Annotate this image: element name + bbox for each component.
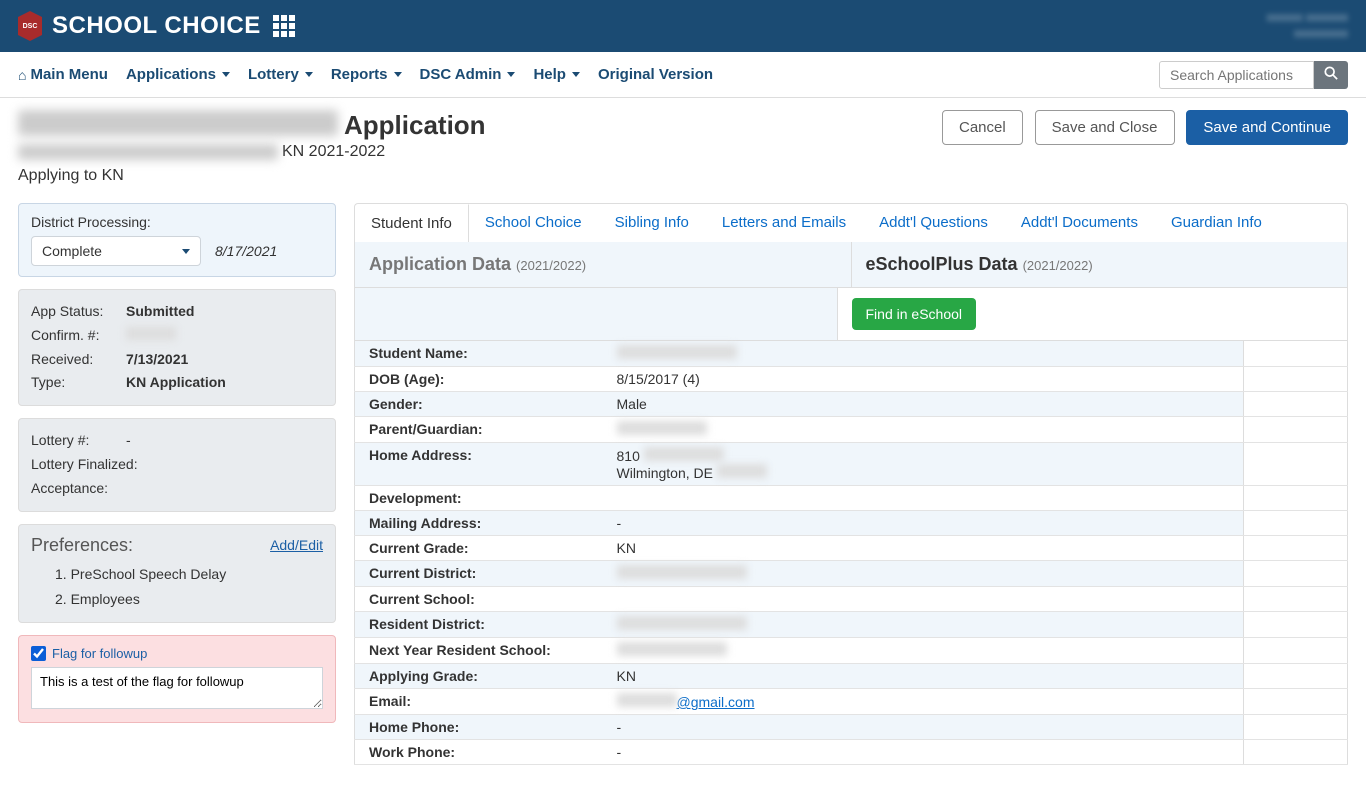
cancel-button[interactable]: Cancel bbox=[942, 110, 1023, 145]
pref-item: 2. Employees bbox=[55, 587, 323, 612]
save-continue-button[interactable]: Save and Continue bbox=[1186, 110, 1348, 145]
logo-icon: DSC bbox=[18, 11, 42, 41]
page-title: redacted Application bbox=[18, 110, 486, 141]
student-data-table: Student Name: DOB (Age):8/15/2017 (4) Ge… bbox=[354, 341, 1348, 765]
dp-date: 8/17/2021 bbox=[215, 243, 277, 259]
save-close-button[interactable]: Save and Close bbox=[1035, 110, 1175, 145]
flag-card: Flag for followup This is a test of the … bbox=[18, 635, 336, 723]
caret-icon bbox=[222, 72, 230, 77]
find-row: Find in eSchool bbox=[354, 288, 1348, 341]
app-status-card: App Status:Submitted Confirm. #: Receive… bbox=[18, 289, 336, 406]
dp-label: District Processing: bbox=[31, 214, 323, 230]
caret-icon bbox=[305, 72, 313, 77]
caret-icon bbox=[572, 72, 580, 77]
nav-dsc-admin[interactable]: DSC Admin bbox=[420, 66, 516, 83]
flag-label: Flag for followup bbox=[52, 646, 147, 661]
tab-addl-questions[interactable]: Addt'l Questions bbox=[863, 204, 1005, 242]
user-info: xxxxxx xxxxxxxxxxxxxxxx bbox=[1267, 10, 1348, 41]
search-input[interactable] bbox=[1159, 61, 1314, 89]
preferences-card: Preferences: Add/Edit 1. PreSchool Speec… bbox=[18, 524, 336, 623]
nav-original[interactable]: Original Version bbox=[598, 66, 713, 83]
nav-bar: ⌂ Main Menu Applications Lottery Reports… bbox=[0, 52, 1366, 98]
tab-sibling-info[interactable]: Sibling Info bbox=[599, 204, 706, 242]
nav-search bbox=[1159, 61, 1348, 89]
brand-title: SCHOOL CHOICE bbox=[52, 12, 261, 40]
tab-student-info[interactable]: Student Info bbox=[355, 204, 469, 242]
nav-main-menu[interactable]: ⌂ Main Menu bbox=[18, 66, 108, 83]
nav-help[interactable]: Help bbox=[533, 66, 580, 83]
home-icon: ⌂ bbox=[18, 67, 26, 83]
pref-item: 1. PreSchool Speech Delay bbox=[55, 562, 323, 587]
apps-grid-icon[interactable] bbox=[273, 15, 295, 37]
tabs: Student Info School Choice Sibling Info … bbox=[354, 203, 1348, 242]
find-eschool-button[interactable]: Find in eSchool bbox=[852, 298, 977, 330]
lottery-card: Lottery #:- Lottery Finalized: Acceptanc… bbox=[18, 418, 336, 511]
nav-applications[interactable]: Applications bbox=[126, 66, 230, 83]
flag-checkbox[interactable] bbox=[31, 646, 46, 661]
tab-school-choice[interactable]: School Choice bbox=[469, 204, 599, 242]
district-processing-card: District Processing: Complete 8/17/2021 bbox=[18, 203, 336, 277]
tab-addl-documents[interactable]: Addt'l Documents bbox=[1005, 204, 1155, 242]
search-button[interactable] bbox=[1314, 61, 1348, 89]
page-subtitle: redacted KN 2021-2022 bbox=[18, 143, 486, 161]
email-link[interactable]: @gmail.com bbox=[617, 694, 755, 710]
caret-icon bbox=[394, 72, 402, 77]
flag-textarea[interactable]: This is a test of the flag for followup bbox=[31, 667, 323, 709]
top-bar: DSC SCHOOL CHOICE xxxxxx xxxxxxxxxxxxxxx… bbox=[0, 0, 1366, 52]
tab-guardian-info[interactable]: Guardian Info bbox=[1155, 204, 1279, 242]
data-header: Application Data (2021/2022) eSchoolPlus… bbox=[354, 242, 1348, 288]
dp-select[interactable]: Complete bbox=[31, 236, 201, 266]
chevron-down-icon bbox=[182, 249, 190, 254]
pref-add-edit-link[interactable]: Add/Edit bbox=[270, 537, 323, 553]
nav-reports[interactable]: Reports bbox=[331, 66, 402, 83]
caret-icon bbox=[507, 72, 515, 77]
nav-lottery[interactable]: Lottery bbox=[248, 66, 313, 83]
applying-text: Applying to KN bbox=[18, 167, 486, 185]
tab-letters-emails[interactable]: Letters and Emails bbox=[706, 204, 863, 242]
pref-title: Preferences: bbox=[31, 535, 133, 556]
